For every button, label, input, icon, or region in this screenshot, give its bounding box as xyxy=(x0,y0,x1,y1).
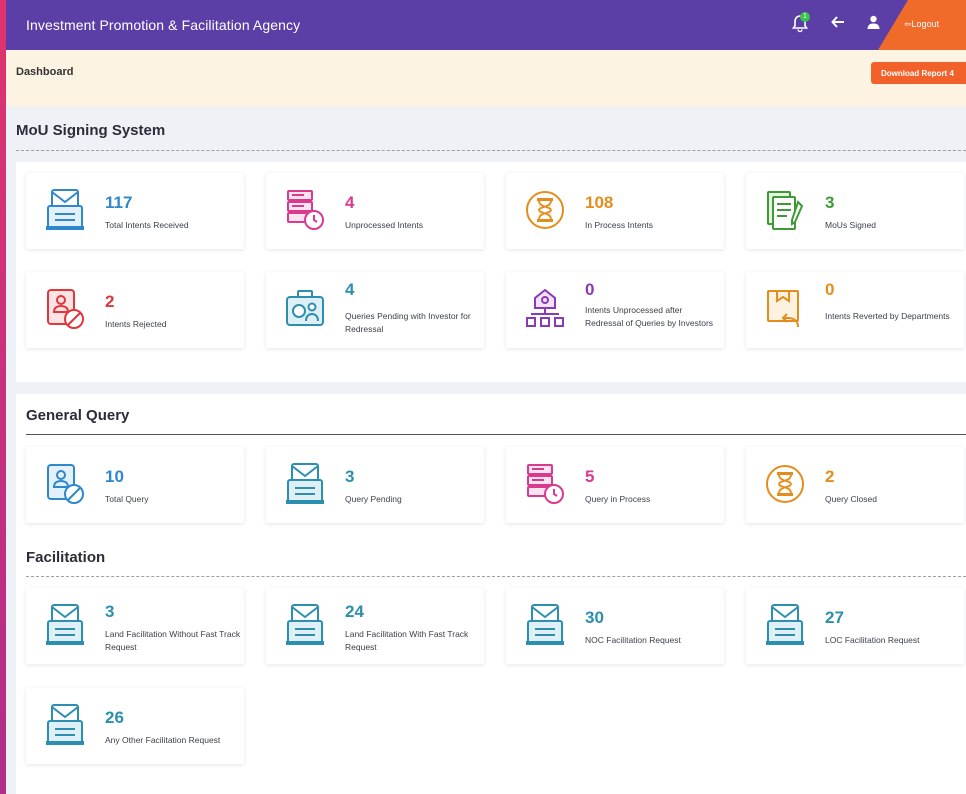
card-value: 10 xyxy=(105,467,124,486)
server-clock-icon xyxy=(284,188,326,232)
signed-document-icon xyxy=(764,188,806,232)
card-value: 2 xyxy=(105,292,115,311)
revert-box-icon xyxy=(764,287,806,331)
logout-button[interactable]: ⇦Logout xyxy=(904,19,939,30)
card-value: 26 xyxy=(105,708,124,727)
card-land-with-fast-track[interactable]: 24 Land Facilitation With Fast Track Req… xyxy=(266,588,484,664)
card-value: 24 xyxy=(345,602,364,621)
document-stand-icon xyxy=(284,462,326,506)
document-stand-icon xyxy=(284,603,326,647)
download-report-button[interactable]: Download Report 4 xyxy=(871,62,966,84)
section-divider xyxy=(26,434,966,435)
card-label: Query Closed xyxy=(825,494,877,504)
logout-label: Logout xyxy=(911,19,940,29)
card-queries-pending-investor[interactable]: 4 Queries Pending with Investor for Redr… xyxy=(266,272,484,348)
card-value: 5 xyxy=(585,467,595,486)
card-unprocessed-intents[interactable]: 4 Unprocessed Intents xyxy=(266,173,484,249)
logout-icon: ⇦ xyxy=(904,19,912,29)
document-stand-icon xyxy=(44,188,86,232)
card-label: In Process Intents xyxy=(585,220,654,230)
card-value: 4 xyxy=(345,193,355,212)
card-value: 3 xyxy=(345,467,355,486)
card-label: NOC Facilitation Request xyxy=(585,635,681,645)
app-frame: Investment Promotion & Facilitation Agen… xyxy=(6,0,966,794)
card-label: Total Intents Received xyxy=(105,220,189,230)
card-total-intents[interactable]: 117 Total Intents Received xyxy=(26,173,244,249)
card-label: Query in Process xyxy=(585,494,651,504)
hourglass-icon xyxy=(524,188,566,232)
card-intents-unprocessed-after-redressal[interactable]: 0 Intents Unprocessed after Redressal of… xyxy=(506,272,724,348)
card-value: 108 xyxy=(585,193,614,212)
card-label: LOC Facilitation Request xyxy=(825,635,920,645)
top-navbar: Investment Promotion & Facilitation Agen… xyxy=(6,0,966,50)
card-total-query[interactable]: 10 Total Query xyxy=(26,447,244,523)
breadcrumb-bar: Dashboard Download Report 4 xyxy=(6,50,966,107)
notification-badge: 1 xyxy=(800,12,810,22)
hourglass-icon xyxy=(764,462,806,506)
card-label: Total Query xyxy=(105,494,149,504)
card-query-in-process[interactable]: 5 Query in Process xyxy=(506,447,724,523)
card-mous-signed[interactable]: 3 MoUs Signed xyxy=(746,173,964,249)
card-noc-facilitation[interactable]: 30 NOC Facilitation Request xyxy=(506,588,724,664)
card-query-closed[interactable]: 2 Query Closed xyxy=(746,447,964,523)
back-arrow-icon[interactable] xyxy=(828,15,848,35)
card-value: 3 xyxy=(825,193,835,212)
card-label: Unprocessed Intents xyxy=(345,220,423,230)
document-stand-icon xyxy=(44,703,86,747)
card-label: Intents Rejected xyxy=(105,319,167,329)
card-value: 0 xyxy=(825,280,835,299)
card-loc-facilitation[interactable]: 27 LOC Facilitation Request xyxy=(746,588,964,664)
document-stand-icon xyxy=(524,603,566,647)
card-intents-reverted[interactable]: 0 Intents Reverted by Departments xyxy=(746,272,964,348)
card-label: Intents Unprocessed after Redressal of Q… xyxy=(585,305,714,328)
card-label: Intents Reverted by Departments xyxy=(825,311,950,321)
card-value: 117 xyxy=(105,193,133,212)
card-intents-rejected[interactable]: 2 Intents Rejected xyxy=(26,272,244,348)
card-label: Land Facilitation Without Fast Track Req… xyxy=(105,629,241,652)
card-query-pending[interactable]: 3 Query Pending xyxy=(266,447,484,523)
card-other-facilitation[interactable]: 26 Any Other Facilitation Request xyxy=(26,688,244,764)
network-house-icon xyxy=(524,287,566,331)
card-label: Land Facilitation With Fast Track Reques… xyxy=(345,629,469,652)
document-stand-icon xyxy=(44,603,86,647)
card-value: 30 xyxy=(585,608,604,627)
card-label: Queries Pending with Investor for Redres… xyxy=(345,311,471,334)
facilitation-section-title: Facilitation xyxy=(26,549,106,566)
card-in-process-intents[interactable]: 108 In Process Intents xyxy=(506,173,724,249)
server-clock-icon xyxy=(524,462,566,506)
user-ban-icon xyxy=(44,287,86,331)
card-land-without-fast-track[interactable]: 3 Land Facilitation Without Fast Track R… xyxy=(26,588,244,664)
user-ban-icon xyxy=(44,462,86,506)
section-divider xyxy=(26,576,966,577)
card-value: 4 xyxy=(345,280,355,299)
user-icon[interactable] xyxy=(863,15,883,35)
card-label: Query Pending xyxy=(345,494,402,504)
general-section-title: General Query xyxy=(26,407,130,424)
card-value: 2 xyxy=(825,467,835,486)
card-value: 0 xyxy=(585,280,595,299)
breadcrumb[interactable]: Dashboard xyxy=(16,66,73,78)
mou-section-title: MoU Signing System xyxy=(16,122,166,139)
card-label: Any Other Facilitation Request xyxy=(105,735,221,745)
card-value: 27 xyxy=(825,608,844,627)
investor-briefcase-icon xyxy=(284,287,326,331)
document-stand-icon xyxy=(764,603,806,647)
section-divider xyxy=(16,150,966,151)
app-title: Investment Promotion & Facilitation Agen… xyxy=(26,17,301,33)
card-value: 3 xyxy=(105,602,115,621)
card-label: MoUs Signed xyxy=(825,220,877,230)
